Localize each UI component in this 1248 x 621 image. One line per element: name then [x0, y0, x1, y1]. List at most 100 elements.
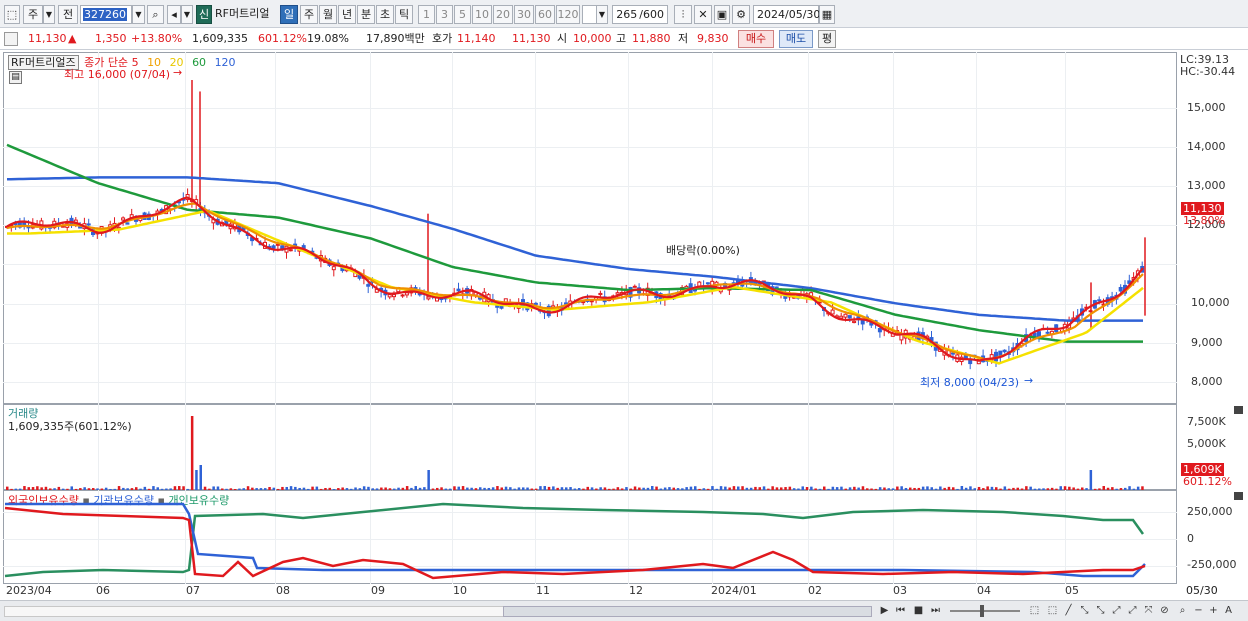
drawing-tool-icon[interactable]: ⊘ — [1158, 604, 1171, 618]
candle-body — [404, 292, 409, 296]
candle-body — [1002, 349, 1007, 353]
interval-30[interactable]: 30 — [514, 5, 534, 24]
candle-body — [456, 288, 461, 292]
current-pct-tag: 13.80% — [1183, 214, 1225, 227]
speaker-dropdown-icon[interactable]: ▼ — [181, 5, 193, 24]
candle-body — [392, 294, 396, 298]
candle-body — [86, 223, 91, 226]
hc-label: HC:-30.44 — [1180, 65, 1236, 78]
stock-code-input[interactable]: 327260 — [80, 5, 132, 24]
calendar-icon[interactable]: ▦ — [819, 5, 835, 24]
zoom-icon[interactable]: ⌕ — [1176, 604, 1189, 618]
period-year[interactable]: 년 — [338, 5, 356, 24]
period-month[interactable]: 월 — [319, 5, 337, 24]
interval-dropdown-icon[interactable]: ▼ — [596, 5, 608, 24]
search-icon[interactable]: ⌕ — [147, 5, 164, 24]
candle-body — [387, 294, 392, 298]
period-second[interactable]: 초 — [376, 5, 394, 24]
info-toggle-icon[interactable] — [4, 32, 18, 46]
candle-body — [121, 217, 126, 221]
interval-1[interactable]: 1 — [418, 5, 435, 24]
ma60-line — [6, 143, 1143, 343]
scroll-end-icon[interactable]: ⏭ — [929, 604, 942, 618]
open-price: 10,000 — [573, 32, 612, 45]
interval-120[interactable]: 120 — [556, 5, 580, 24]
save-icon[interactable]: ▣ — [714, 5, 730, 24]
crosshair-icon[interactable]: ✕ — [694, 5, 712, 24]
x-tick: 08 — [276, 584, 290, 597]
stop-icon[interactable]: ■ — [912, 604, 925, 618]
candle-icon[interactable]: ⫶ — [674, 5, 692, 24]
scroll-right-icon[interactable]: ▶ — [878, 604, 891, 618]
period-toggle[interactable]: 주 — [23, 5, 43, 24]
axis-scale-icon[interactable]: A — [1222, 604, 1235, 618]
sell-button[interactable]: 매도 — [779, 30, 813, 48]
candle-body — [847, 315, 852, 319]
current-volume-pct: 601.12% — [1183, 475, 1232, 488]
candles — [5, 80, 1146, 370]
drawing-tool-icon[interactable]: ⤡ — [1078, 604, 1091, 618]
x-tick: 12 — [629, 584, 643, 597]
holding-y-axis: 250,000 0 -250,000 — [1178, 490, 1248, 584]
drawing-tool-icon[interactable]: ⤧ — [1142, 604, 1155, 618]
minus-icon[interactable]: − — [1192, 604, 1205, 618]
candle-body — [1097, 299, 1102, 302]
chevron-down-icon[interactable]: ▼ — [43, 5, 55, 24]
drawing-tool-icon[interactable]: ⤡ — [1094, 604, 1107, 618]
price-y-axis: LC:39.13 HC:-30.44 15,000 14,000 13,000 … — [1178, 52, 1248, 404]
interval-60[interactable]: 60 — [535, 5, 555, 24]
quote-bar: 11,130 ▲ 1,350 +13.80% 1,609,335 601.12%… — [0, 28, 1248, 50]
speaker-icon[interactable]: ◂ — [167, 5, 181, 24]
count-input[interactable]: 265/600 — [612, 5, 668, 24]
candle-body — [705, 282, 710, 285]
code-dropdown-icon[interactable]: ▼ — [132, 5, 145, 24]
y-tick: 14,000 — [1187, 140, 1226, 153]
ma10-line — [6, 202, 1144, 362]
candle-body — [852, 320, 857, 324]
gear-icon[interactable]: ⚙ — [732, 5, 750, 24]
period-tick[interactable]: 틱 — [395, 5, 413, 24]
drawing-tool-icon[interactable]: ⬚ — [1046, 604, 1059, 618]
foreign-line — [4, 506, 1146, 580]
plus-icon[interactable]: + — [1207, 604, 1220, 618]
volume-bar — [190, 416, 194, 490]
zoom-slider[interactable] — [950, 610, 1020, 612]
open-label: 시 — [557, 32, 568, 45]
drawing-tool-icon[interactable]: ⬚ — [1028, 604, 1041, 618]
y-tick: 5,000K — [1187, 437, 1226, 450]
scroll-bar[interactable]: ▶ ⏮ ■ ⏭ ⬚ ⬚ ╱ ⤡ ⤡ ⤢ ⤢ ⤧ ⊘ ⌕ − + A — [0, 600, 1248, 621]
x-tick: 02 — [808, 584, 822, 597]
interval-10[interactable]: 10 — [472, 5, 492, 24]
window-icon[interactable]: ⬚ — [4, 5, 20, 24]
drawing-tool-icon[interactable]: ⤢ — [1110, 604, 1123, 618]
zoom-slider-handle[interactable] — [980, 605, 984, 617]
x-tick: 07 — [186, 584, 200, 597]
stock-name: RF머트리얼 — [215, 7, 270, 20]
interval-5[interactable]: 5 — [454, 5, 471, 24]
trend-line-icon[interactable]: ╱ — [1062, 604, 1075, 618]
interval-3[interactable]: 3 — [436, 5, 453, 24]
count-value: 265 — [616, 8, 638, 21]
volume-bar — [195, 470, 198, 490]
high-price: 11,880 — [632, 32, 671, 45]
prev-button[interactable]: 전 — [58, 5, 78, 24]
volume-bar — [199, 465, 202, 490]
interval-20[interactable]: 20 — [493, 5, 513, 24]
chart-window: ⬚ 주 ▼ 전 327260 ▼ ⌕ ◂ ▼ 신 RF머트리얼 일 주 월 년 … — [0, 0, 1248, 621]
eval-button[interactable]: 평 — [818, 30, 836, 48]
period-week[interactable]: 주 — [300, 5, 318, 24]
stock-code-value: 327260 — [83, 8, 127, 21]
x-tick: 03 — [893, 584, 907, 597]
candle-body — [400, 294, 405, 297]
period-day[interactable]: 일 — [280, 5, 298, 24]
period-minute[interactable]: 분 — [357, 5, 375, 24]
drawing-tool-icon[interactable]: ⤢ — [1126, 604, 1139, 618]
individual-line — [4, 502, 1145, 578]
scroll-start-icon[interactable]: ⏮ — [894, 604, 907, 618]
candle-body — [125, 222, 130, 225]
buy-button[interactable]: 매수 — [738, 30, 774, 48]
scroll-thumb[interactable] — [503, 606, 872, 617]
y-tick: 9,000 — [1191, 336, 1223, 349]
candle-body — [271, 245, 276, 249]
date-input[interactable]: 2024/05/30 — [753, 5, 820, 24]
